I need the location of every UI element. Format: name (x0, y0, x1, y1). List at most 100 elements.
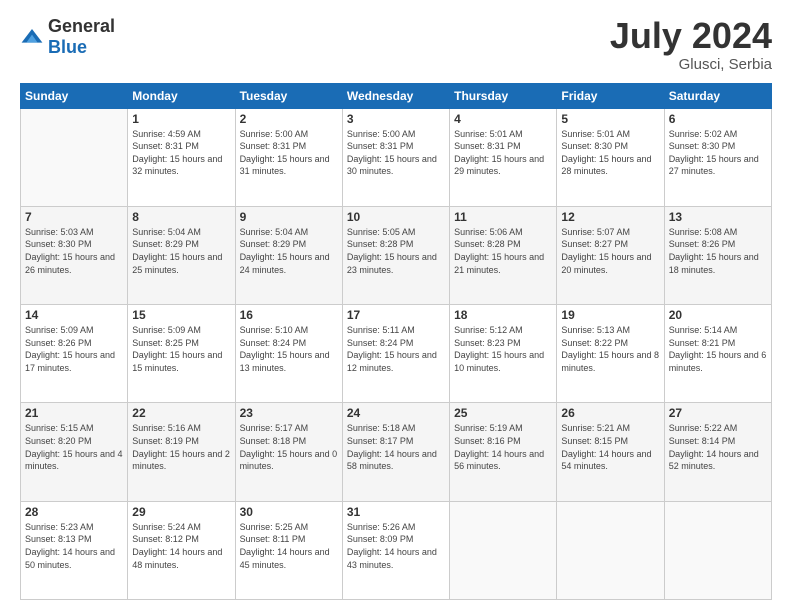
day-info-4-1: Sunrise: 5:24 AMSunset: 8:12 PMDaylight:… (132, 521, 230, 571)
cell-0-1: 1 Sunrise: 4:59 AMSunset: 8:31 PMDaylight… (128, 108, 235, 206)
weekday-header-row: Sunday Monday Tuesday Wednesday Thursday… (21, 83, 772, 108)
day-number-2-4: 18 (454, 308, 552, 322)
cell-3-0: 21Sunrise: 5:15 AMSunset: 8:20 PMDayligh… (21, 403, 128, 501)
cell-2-2: 16Sunrise: 5:10 AMSunset: 8:24 PMDayligh… (235, 305, 342, 403)
day-info-0-6: Sunrise: 5:02 AMSunset: 8:30 PMDaylight:… (669, 128, 767, 178)
day-info-1-3: Sunrise: 5:05 AMSunset: 8:28 PMDaylight:… (347, 226, 445, 276)
day-number-0-3: 3 (347, 112, 445, 126)
cell-1-2: 9 Sunrise: 5:04 AMSunset: 8:29 PMDaylight… (235, 206, 342, 304)
cell-3-2: 23 Sunrise: 5:17 AMSunset: 8:18 PMDayligh… (235, 403, 342, 501)
day-info-2-5: Sunrise: 5:13 AMSunset: 8:22 PMDaylight:… (561, 324, 659, 374)
day-info-0-4: Sunrise: 5:01 AMSunset: 8:31 PMDaylight:… (454, 128, 552, 178)
day-info-0-3: Sunrise: 5:00 AMSunset: 8:31 PMDaylight:… (347, 128, 445, 178)
cell-1-1: 8 Sunrise: 5:04 AMSunset: 8:29 PMDaylight… (128, 206, 235, 304)
cell-2-1: 15 Sunrise: 5:09 AMSunset: 8:25 PMDayligh… (128, 305, 235, 403)
day-number-2-5: 19 (561, 308, 659, 322)
day-info-2-4: Sunrise: 5:12 AMSunset: 8:23 PMDaylight:… (454, 324, 552, 374)
day-number-1-4: 11 (454, 210, 552, 224)
day-number-0-6: 6 (669, 112, 767, 126)
day-info-3-2: Sunrise: 5:17 AMSunset: 8:18 PMDaylight:… (240, 422, 338, 472)
cell-1-4: 11 Sunrise: 5:06 AMSunset: 8:28 PMDayligh… (450, 206, 557, 304)
header-sunday: Sunday (21, 83, 128, 108)
day-number-3-1: 22 (132, 406, 230, 420)
day-number-2-1: 15 (132, 308, 230, 322)
day-number-2-3: 17 (347, 308, 445, 322)
title-month: July 2024 (610, 16, 772, 56)
week-row-0: 1 Sunrise: 4:59 AMSunset: 8:31 PMDaylight… (21, 108, 772, 206)
logo-text: General Blue (48, 16, 115, 58)
day-info-1-4: Sunrise: 5:06 AMSunset: 8:28 PMDaylight:… (454, 226, 552, 276)
day-info-0-5: Sunrise: 5:01 AMSunset: 8:30 PMDaylight:… (561, 128, 659, 178)
logo-blue: Blue (48, 37, 87, 57)
day-info-0-1: Sunrise: 4:59 AMSunset: 8:31 PMDaylight:… (132, 128, 230, 178)
day-info-2-1: Sunrise: 5:09 AMSunset: 8:25 PMDaylight:… (132, 324, 230, 374)
day-number-0-5: 5 (561, 112, 659, 126)
cell-2-5: 19 Sunrise: 5:13 AMSunset: 8:22 PMDayligh… (557, 305, 664, 403)
logo-icon (20, 25, 44, 49)
header-wednesday: Wednesday (342, 83, 449, 108)
day-info-2-3: Sunrise: 5:11 AMSunset: 8:24 PMDaylight:… (347, 324, 445, 374)
day-number-1-1: 8 (132, 210, 230, 224)
day-info-3-4: Sunrise: 5:19 AMSunset: 8:16 PMDaylight:… (454, 422, 552, 472)
week-row-3: 21Sunrise: 5:15 AMSunset: 8:20 PMDayligh… (21, 403, 772, 501)
day-number-1-2: 9 (240, 210, 338, 224)
day-number-2-6: 20 (669, 308, 767, 322)
day-number-1-5: 12 (561, 210, 659, 224)
page: General Blue July 2024 Glusci, Serbia Su… (0, 0, 792, 612)
day-number-4-0: 28 (25, 505, 123, 519)
cell-0-3: 3 Sunrise: 5:00 AMSunset: 8:31 PMDaylight… (342, 108, 449, 206)
cell-3-6: 27Sunrise: 5:22 AMSunset: 8:14 PMDayligh… (664, 403, 771, 501)
day-number-0-1: 1 (132, 112, 230, 126)
logo-general: General (48, 16, 115, 36)
cell-4-6 (664, 501, 771, 599)
day-number-3-5: 26 (561, 406, 659, 420)
day-number-4-1: 29 (132, 505, 230, 519)
title-location: Glusci, Serbia (610, 56, 772, 73)
day-info-1-1: Sunrise: 5:04 AMSunset: 8:29 PMDaylight:… (132, 226, 230, 276)
day-number-4-3: 31 (347, 505, 445, 519)
cell-2-3: 17 Sunrise: 5:11 AMSunset: 8:24 PMDayligh… (342, 305, 449, 403)
day-info-1-0: Sunrise: 5:03 AMSunset: 8:30 PMDaylight:… (25, 226, 123, 276)
day-number-3-3: 24 (347, 406, 445, 420)
cell-0-6: 6 Sunrise: 5:02 AMSunset: 8:30 PMDaylight… (664, 108, 771, 206)
cell-1-0: 7 Sunrise: 5:03 AMSunset: 8:30 PMDaylight… (21, 206, 128, 304)
day-info-1-2: Sunrise: 5:04 AMSunset: 8:29 PMDaylight:… (240, 226, 338, 276)
header-thursday: Thursday (450, 83, 557, 108)
day-info-2-6: Sunrise: 5:14 AMSunset: 8:21 PMDaylight:… (669, 324, 767, 374)
cell-4-5 (557, 501, 664, 599)
cell-4-2: 30Sunrise: 5:25 AMSunset: 8:11 PMDayligh… (235, 501, 342, 599)
day-number-1-0: 7 (25, 210, 123, 224)
day-info-4-3: Sunrise: 5:26 AMSunset: 8:09 PMDaylight:… (347, 521, 445, 571)
day-info-3-5: Sunrise: 5:21 AMSunset: 8:15 PMDaylight:… (561, 422, 659, 472)
day-info-2-2: Sunrise: 5:10 AMSunset: 8:24 PMDaylight:… (240, 324, 338, 374)
day-info-3-3: Sunrise: 5:18 AMSunset: 8:17 PMDaylight:… (347, 422, 445, 472)
day-number-3-2: 23 (240, 406, 338, 420)
cell-0-4: 4 Sunrise: 5:01 AMSunset: 8:31 PMDaylight… (450, 108, 557, 206)
day-info-0-2: Sunrise: 5:00 AMSunset: 8:31 PMDaylight:… (240, 128, 338, 178)
day-info-2-0: Sunrise: 5:09 AMSunset: 8:26 PMDaylight:… (25, 324, 123, 374)
day-number-1-6: 13 (669, 210, 767, 224)
header-tuesday: Tuesday (235, 83, 342, 108)
week-row-4: 28Sunrise: 5:23 AMSunset: 8:13 PMDayligh… (21, 501, 772, 599)
cell-1-5: 12 Sunrise: 5:07 AMSunset: 8:27 PMDayligh… (557, 206, 664, 304)
cell-3-1: 22Sunrise: 5:16 AMSunset: 8:19 PMDayligh… (128, 403, 235, 501)
day-info-3-0: Sunrise: 5:15 AMSunset: 8:20 PMDaylight:… (25, 422, 123, 472)
header-friday: Friday (557, 83, 664, 108)
day-number-4-2: 30 (240, 505, 338, 519)
cell-1-6: 13Sunrise: 5:08 AMSunset: 8:26 PMDayligh… (664, 206, 771, 304)
cell-4-3: 31 Sunrise: 5:26 AMSunset: 8:09 PMDayligh… (342, 501, 449, 599)
header: General Blue July 2024 Glusci, Serbia (20, 16, 772, 73)
cell-3-4: 25Sunrise: 5:19 AMSunset: 8:16 PMDayligh… (450, 403, 557, 501)
cell-2-6: 20 Sunrise: 5:14 AMSunset: 8:21 PMDayligh… (664, 305, 771, 403)
day-number-3-6: 27 (669, 406, 767, 420)
cell-2-4: 18 Sunrise: 5:12 AMSunset: 8:23 PMDayligh… (450, 305, 557, 403)
day-info-1-5: Sunrise: 5:07 AMSunset: 8:27 PMDaylight:… (561, 226, 659, 276)
header-saturday: Saturday (664, 83, 771, 108)
header-monday: Monday (128, 83, 235, 108)
day-number-0-4: 4 (454, 112, 552, 126)
cell-3-5: 26 Sunrise: 5:21 AMSunset: 8:15 PMDayligh… (557, 403, 664, 501)
cell-1-3: 10Sunrise: 5:05 AMSunset: 8:28 PMDayligh… (342, 206, 449, 304)
title-block: July 2024 Glusci, Serbia (610, 16, 772, 73)
cell-4-1: 29 Sunrise: 5:24 AMSunset: 8:12 PMDayligh… (128, 501, 235, 599)
logo: General Blue (20, 16, 115, 58)
